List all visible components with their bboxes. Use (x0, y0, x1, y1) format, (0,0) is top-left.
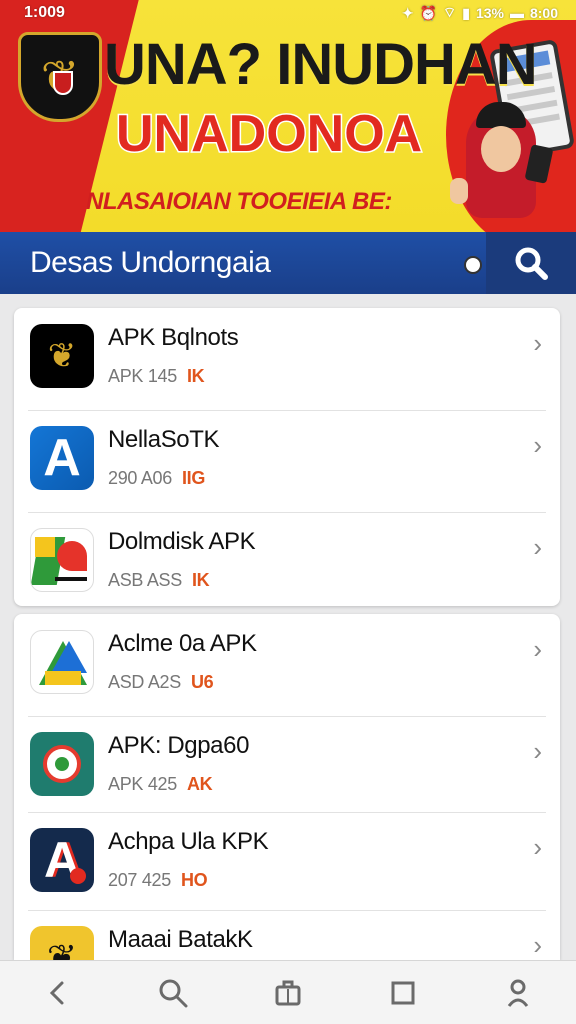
app-list-item[interactable]: Aclme 0a APK ASD A2S U6 › (14, 614, 560, 716)
app-size: 290 A06 (108, 468, 172, 488)
chevron-right-icon: › (533, 328, 542, 358)
app-name: APK: Dgpa60 (108, 732, 250, 759)
triangle-icon (30, 630, 94, 694)
a-letter-dark-icon: A (30, 828, 94, 892)
chevron-right-icon: › (533, 634, 542, 664)
wifi-icon: ⌔ (443, 4, 457, 20)
status-clock-right: 8:00 (529, 5, 558, 21)
app-list-item[interactable]: A NellaSoTK 290 A06 IIG › (14, 410, 560, 512)
search-button[interactable] (486, 232, 576, 294)
profile-icon (508, 979, 529, 1007)
banner-tagline: NLASAIOIAN TOOEIEIA BE: (86, 188, 392, 215)
gold-emblem-icon: ❦ (30, 926, 94, 960)
chevron-right-icon: › (533, 930, 542, 960)
app-list-card-1: ❦ APK Bqlnots APK 145 IK › A NellaSoTK 29… (14, 308, 560, 606)
chevron-right-icon: › (533, 430, 542, 460)
app-name: Dolmdisk APK (108, 528, 256, 555)
app-tag: IK (186, 366, 205, 386)
app-tag: AK (186, 774, 213, 794)
garuda-emblem-icon: ❦ (18, 32, 102, 122)
app-size: ASD A2S (108, 672, 181, 692)
square-icon (391, 981, 415, 1004)
app-size: APK 145 (108, 366, 177, 386)
status-bar: 1:009 ✦ ⏰ ⌔ ▮ 13% ▬ 8:00 (0, 0, 576, 26)
bottom-navigation (0, 960, 576, 1024)
ball-icon (464, 256, 482, 274)
app-name: NellaSoTK (108, 426, 220, 453)
app-name: APK Bqlnots (108, 324, 239, 351)
app-meta: APK 145 IK (108, 366, 205, 387)
banner-title: UNA? INUDHAN (104, 32, 538, 97)
chat-bubble-icon (30, 732, 94, 796)
promo-banner[interactable]: 1:009 ✦ ⏰ ⌔ ▮ 13% ▬ 8:00 ❦ UNA? INUDHAN … (0, 0, 576, 232)
profile-button[interactable] (488, 968, 548, 1018)
app-list-item[interactable]: APK: Dgpa60 APK 425 AK › (14, 716, 560, 812)
chevron-right-icon: › (533, 736, 542, 766)
flag-icon (30, 528, 94, 592)
search-icon (515, 247, 548, 280)
woman-illustration (446, 98, 556, 232)
app-tag: IIG (181, 468, 206, 488)
battery-icon: ▬ (509, 5, 524, 21)
app-size: 207 425 (108, 870, 171, 890)
app-size: ASB ASS (108, 570, 182, 590)
back-icon (49, 981, 64, 1004)
app-meta: 207 425 HO (108, 870, 208, 891)
a-letter-icon: A (30, 426, 94, 490)
search-nav-button[interactable] (143, 968, 203, 1018)
search-header: Desas Undorngaia (0, 232, 576, 294)
app-name: Aclme 0a APK (108, 630, 257, 657)
app-size: APK 425 (108, 774, 177, 794)
app-list-item[interactable]: ❦ Maaai BatakK › (14, 910, 560, 960)
app-list-card-2: Aclme 0a APK ASD A2S U6 › APK: Dgpa60 APK… (14, 614, 560, 960)
briefcase-button[interactable] (258, 968, 318, 1018)
search-icon (159, 979, 188, 1007)
header-title: Desas Undorngaia (30, 246, 271, 279)
app-meta: APK 425 AK (108, 774, 213, 795)
briefcase-icon (275, 980, 301, 1005)
location-icon: ✦ (401, 4, 414, 21)
status-time: 1:009 (24, 4, 65, 21)
app-list-item[interactable]: A Achpa Ula KPK 207 425 HO › (14, 812, 560, 910)
chevron-right-icon: › (533, 532, 542, 562)
banner-subtitle: UNADONOA (114, 105, 423, 163)
app-list-item[interactable]: ❦ APK Bqlnots APK 145 IK › (14, 308, 560, 410)
battery-percent: 13% (475, 5, 504, 21)
app-meta: ASB ASS IK (108, 570, 210, 591)
app-meta: ASD A2S U6 (108, 672, 214, 693)
app-name: Maaai BatakK (108, 926, 253, 953)
app-list-item[interactable]: Dolmdisk APK ASB ASS IK › (14, 512, 560, 606)
back-button[interactable] (28, 968, 88, 1018)
app-name: Achpa Ula KPK (108, 828, 269, 855)
app-tag: U6 (190, 672, 214, 692)
chevron-right-icon: › (533, 832, 542, 862)
alarm-icon: ⏰ (419, 4, 438, 21)
emblem-icon: ❦ (30, 324, 94, 388)
app-tag: IK (191, 570, 210, 590)
status-icons: ✦ ⏰ ⌔ ▮ 13% ▬ 8:00 (402, 4, 558, 22)
app-tag: HO (180, 870, 208, 890)
square-button[interactable] (373, 968, 433, 1018)
app-meta: 290 A06 IIG (108, 468, 205, 489)
signal-icon: ▮ (462, 4, 470, 21)
